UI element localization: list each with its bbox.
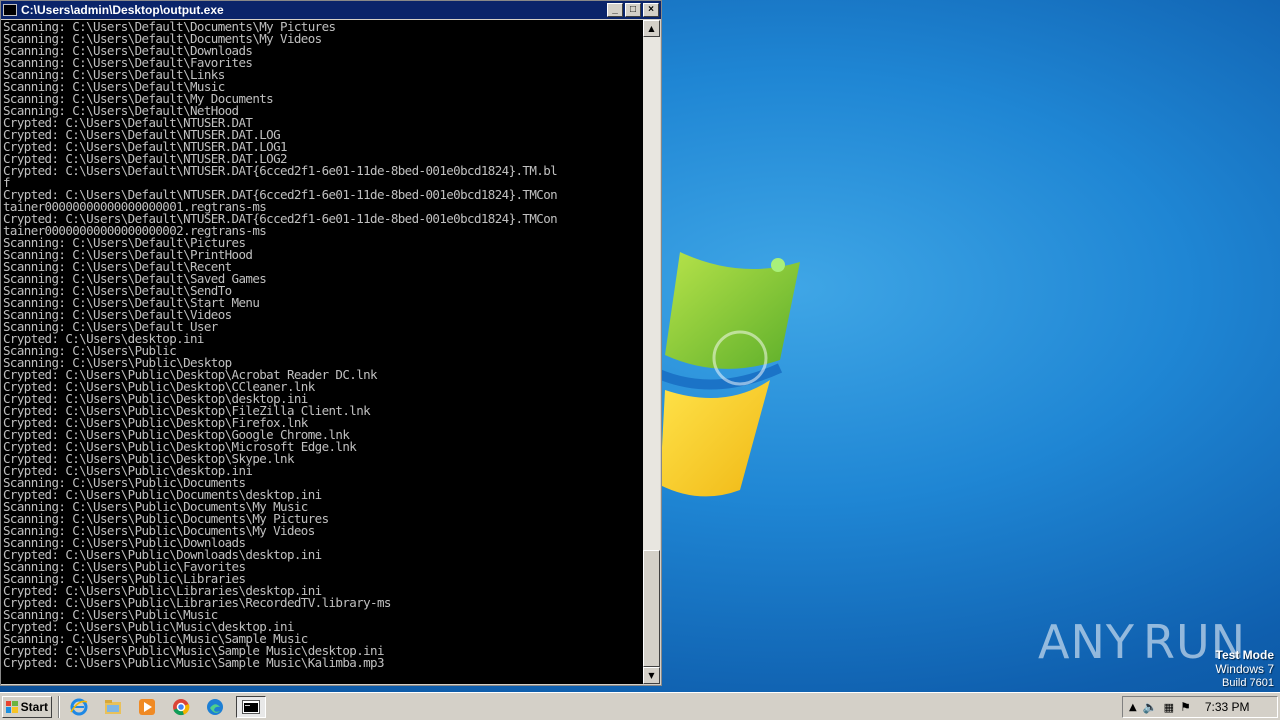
maximize-button[interactable]: □ — [625, 3, 641, 17]
start-button[interactable]: Start — [2, 695, 52, 718]
minimize-button[interactable]: _ — [607, 3, 623, 17]
console-line: Crypted: C:\Users\Default\NTUSER.DAT{6cc… — [3, 163, 558, 178]
test-mode-line2: Windows 7 — [1215, 662, 1274, 676]
anyrun-watermark: ANY RUN — [1038, 612, 1245, 672]
chrome-icon[interactable] — [168, 696, 194, 718]
console-output: Scanning: C:\Users\Default\Documents\My … — [1, 20, 643, 669]
window-titlebar[interactable]: C:\Users\admin\Desktop\output.exe _ □ × — [1, 1, 661, 19]
watermark-left: ANY — [1038, 615, 1135, 669]
action-center-flag-icon[interactable]: ⚑ — [1180, 700, 1191, 714]
vertical-scrollbar[interactable]: ▲ ▼ — [643, 20, 660, 684]
explorer-icon[interactable] — [100, 696, 126, 718]
system-tray: ▲ 🔈 ▦ ⚑ 7:33 PM — [1122, 696, 1278, 718]
network-icon[interactable]: ▦ — [1164, 701, 1174, 714]
scroll-up-arrow-icon[interactable]: ▲ — [643, 20, 660, 37]
console-line: Crypted: C:\Users\Public\Music\Sample Mu… — [3, 655, 385, 670]
scroll-down-arrow-icon[interactable]: ▼ — [643, 667, 660, 684]
start-label: Start — [20, 699, 48, 714]
ie-icon[interactable] — [66, 696, 92, 718]
tray-expand-icon[interactable]: ▲ — [1129, 702, 1137, 713]
taskbar: Start ▲ 🔈 ▦ ⚑ 7:33 PM — [0, 692, 1280, 720]
window-title: C:\Users\admin\Desktop\output.exe — [21, 3, 224, 17]
console-app-icon[interactable] — [3, 4, 17, 16]
scrollbar-thumb[interactable] — [643, 550, 660, 667]
console-window[interactable]: C:\Users\admin\Desktop\output.exe _ □ × … — [0, 0, 662, 686]
test-mode-notice: Test Mode Windows 7 Build 7601 — [1215, 648, 1274, 690]
test-mode-line3: Build 7601 — [1222, 677, 1274, 689]
windows-logo-wallpaper — [647, 252, 800, 497]
taskbar-separator — [58, 695, 60, 718]
volume-icon[interactable]: 🔈 — [1143, 700, 1158, 714]
console-output-area[interactable]: Scanning: C:\Users\Default\Documents\My … — [1, 20, 643, 684]
edge-icon[interactable] — [202, 696, 228, 718]
close-button[interactable]: × — [643, 3, 659, 17]
media-player-icon[interactable] — [134, 696, 160, 718]
test-mode-line1: Test Mode — [1215, 648, 1274, 662]
clock[interactable]: 7:33 PM — [1205, 700, 1250, 714]
console-icon[interactable] — [236, 695, 266, 718]
windows-flag-icon — [6, 700, 18, 713]
